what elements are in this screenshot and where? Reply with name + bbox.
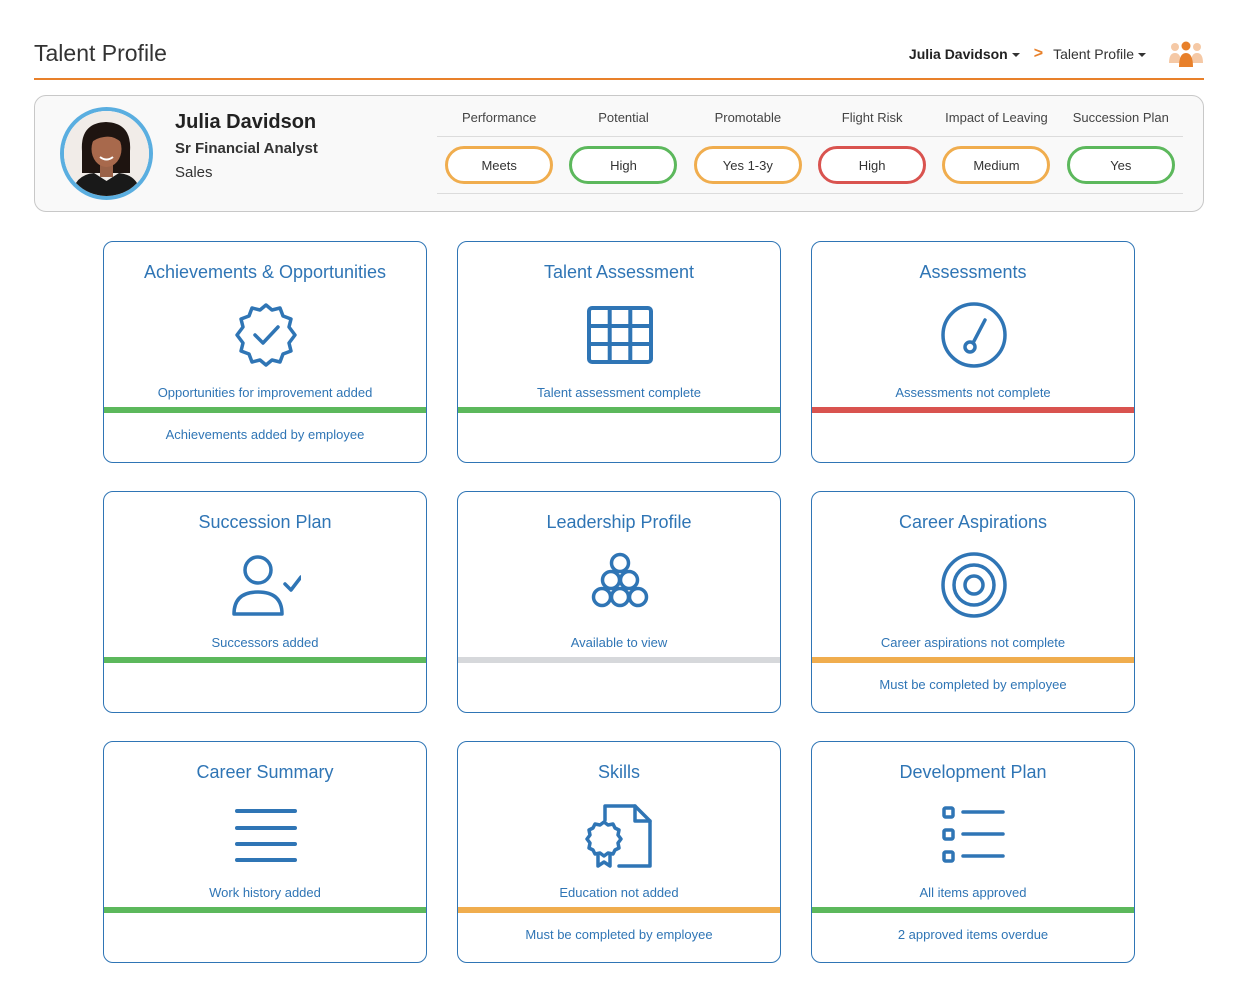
metric-label-impact-of-leaving: Impact of Leaving (945, 110, 1048, 125)
card-title: Development Plan (899, 762, 1047, 782)
potential-badge[interactable]: High (569, 146, 678, 184)
target-icon (941, 552, 1007, 618)
card-title: Career Aspirations (898, 512, 1048, 532)
certificate-document-icon (585, 804, 652, 868)
user-check-icon (232, 555, 301, 616)
metric-label-promotable: Promotable (714, 110, 782, 125)
breadcrumb: Julia Davidson > Talent Profile (909, 36, 1204, 72)
card-achievements-opportunities[interactable]: Achievements & Opportunities Opportuniti… (103, 241, 427, 463)
card-status: Education not added (559, 885, 679, 900)
status-bar (458, 907, 780, 913)
grid-icon (587, 306, 653, 364)
status-bar (812, 657, 1134, 663)
metric-label-potential: Potential (598, 110, 649, 125)
metric-values-row: Meets High Yes 1-3y High Medium Yes (437, 137, 1183, 194)
promotable-badge[interactable]: Yes 1-3y (693, 146, 802, 184)
metric-labels-row: Performance Potential Promotable Flight … (437, 108, 1183, 137)
circles-pyramid-icon (591, 552, 649, 608)
status-bar (104, 907, 426, 913)
card-status: Opportunities for improvement added (157, 385, 373, 400)
flight-risk-badge[interactable]: High (818, 146, 927, 184)
performance-badge[interactable]: Meets (445, 146, 554, 184)
card-status: Assessments not complete (895, 385, 1051, 400)
badge-check-icon (235, 303, 297, 367)
talent-metrics: Performance Potential Promotable Flight … (437, 108, 1183, 194)
status-bar (812, 907, 1134, 913)
card-note: Must be completed by employee (525, 927, 713, 942)
gauge-icon (941, 302, 1007, 368)
card-career-aspirations[interactable]: Career Aspirations Career aspirations no… (811, 491, 1135, 713)
card-skills[interactable]: Skills Education not added Must be compl… (457, 741, 781, 963)
card-title: Career Summary (196, 762, 334, 782)
metric-label-performance: Performance (461, 110, 537, 125)
people-group-icon[interactable] (1168, 39, 1204, 69)
caret-down-icon (1138, 53, 1146, 57)
lines-icon (235, 809, 297, 862)
card-title: Leadership Profile (546, 512, 692, 532)
page-menu-label: Talent Profile (1053, 46, 1134, 62)
checklist-icon (942, 806, 1005, 863)
page-title: Talent Profile (34, 40, 167, 66)
card-status: Work history added (209, 885, 321, 900)
status-bar (104, 407, 426, 413)
card-talent-assessment[interactable]: Talent Assessment Talent assessment comp… (457, 241, 781, 463)
page-menu[interactable]: Talent Profile (1053, 46, 1146, 62)
metric-label-succession-plan: Succession Plan (1072, 110, 1169, 125)
chevron-right-icon: > (1033, 45, 1044, 62)
card-leadership-profile[interactable]: Leadership Profile Available to view (457, 491, 781, 713)
card-status: All items approved (919, 885, 1027, 900)
card-status: Career aspirations not complete (880, 635, 1066, 650)
card-succession-plan[interactable]: Succession Plan Successors added (103, 491, 427, 713)
card-title: Talent Assessment (543, 262, 695, 282)
user-menu-label: Julia Davidson (908, 46, 1008, 62)
card-assessments[interactable]: Assessments Assessments not complete (811, 241, 1135, 463)
employee-job-title: Sr Financial Analyst (175, 140, 318, 157)
status-bar (812, 407, 1134, 413)
impact-of-leaving-badge[interactable]: Medium (942, 146, 1051, 184)
status-bar (104, 657, 426, 663)
card-career-summary[interactable]: Career Summary Work history added (103, 741, 427, 963)
caret-down-icon (1011, 53, 1020, 57)
card-note: Achievements added by employee (165, 427, 365, 442)
card-title: Assessments (919, 262, 1027, 282)
user-menu[interactable]: Julia Davidson (909, 46, 1020, 62)
avatar-photo (64, 111, 149, 196)
metric-label-flight-risk: Flight Risk (841, 110, 903, 125)
employee-department: Sales (175, 164, 213, 181)
succession-plan-badge[interactable]: Yes (1066, 146, 1175, 184)
card-title: Succession Plan (198, 512, 332, 532)
status-bar (458, 657, 780, 663)
status-bar (458, 407, 780, 413)
profile-summary-panel: Julia Davidson Sr Financial Analyst Sale… (34, 95, 1204, 212)
page-header: Talent Profile Julia Davidson > Talent P… (34, 36, 1204, 80)
card-status: Available to view (570, 635, 668, 650)
card-note: 2 approved items overdue (897, 927, 1049, 942)
avatar (60, 107, 153, 200)
employee-name: Julia Davidson (175, 111, 317, 133)
card-status: Successors added (211, 635, 319, 650)
card-development-plan[interactable]: Development Plan All items approved 2 ap… (811, 741, 1135, 963)
card-note: Must be completed by employee (879, 677, 1067, 692)
card-title: Skills (597, 762, 640, 782)
card-title: Achievements & Opportunities (143, 262, 387, 282)
card-status: Talent assessment complete (536, 385, 702, 400)
